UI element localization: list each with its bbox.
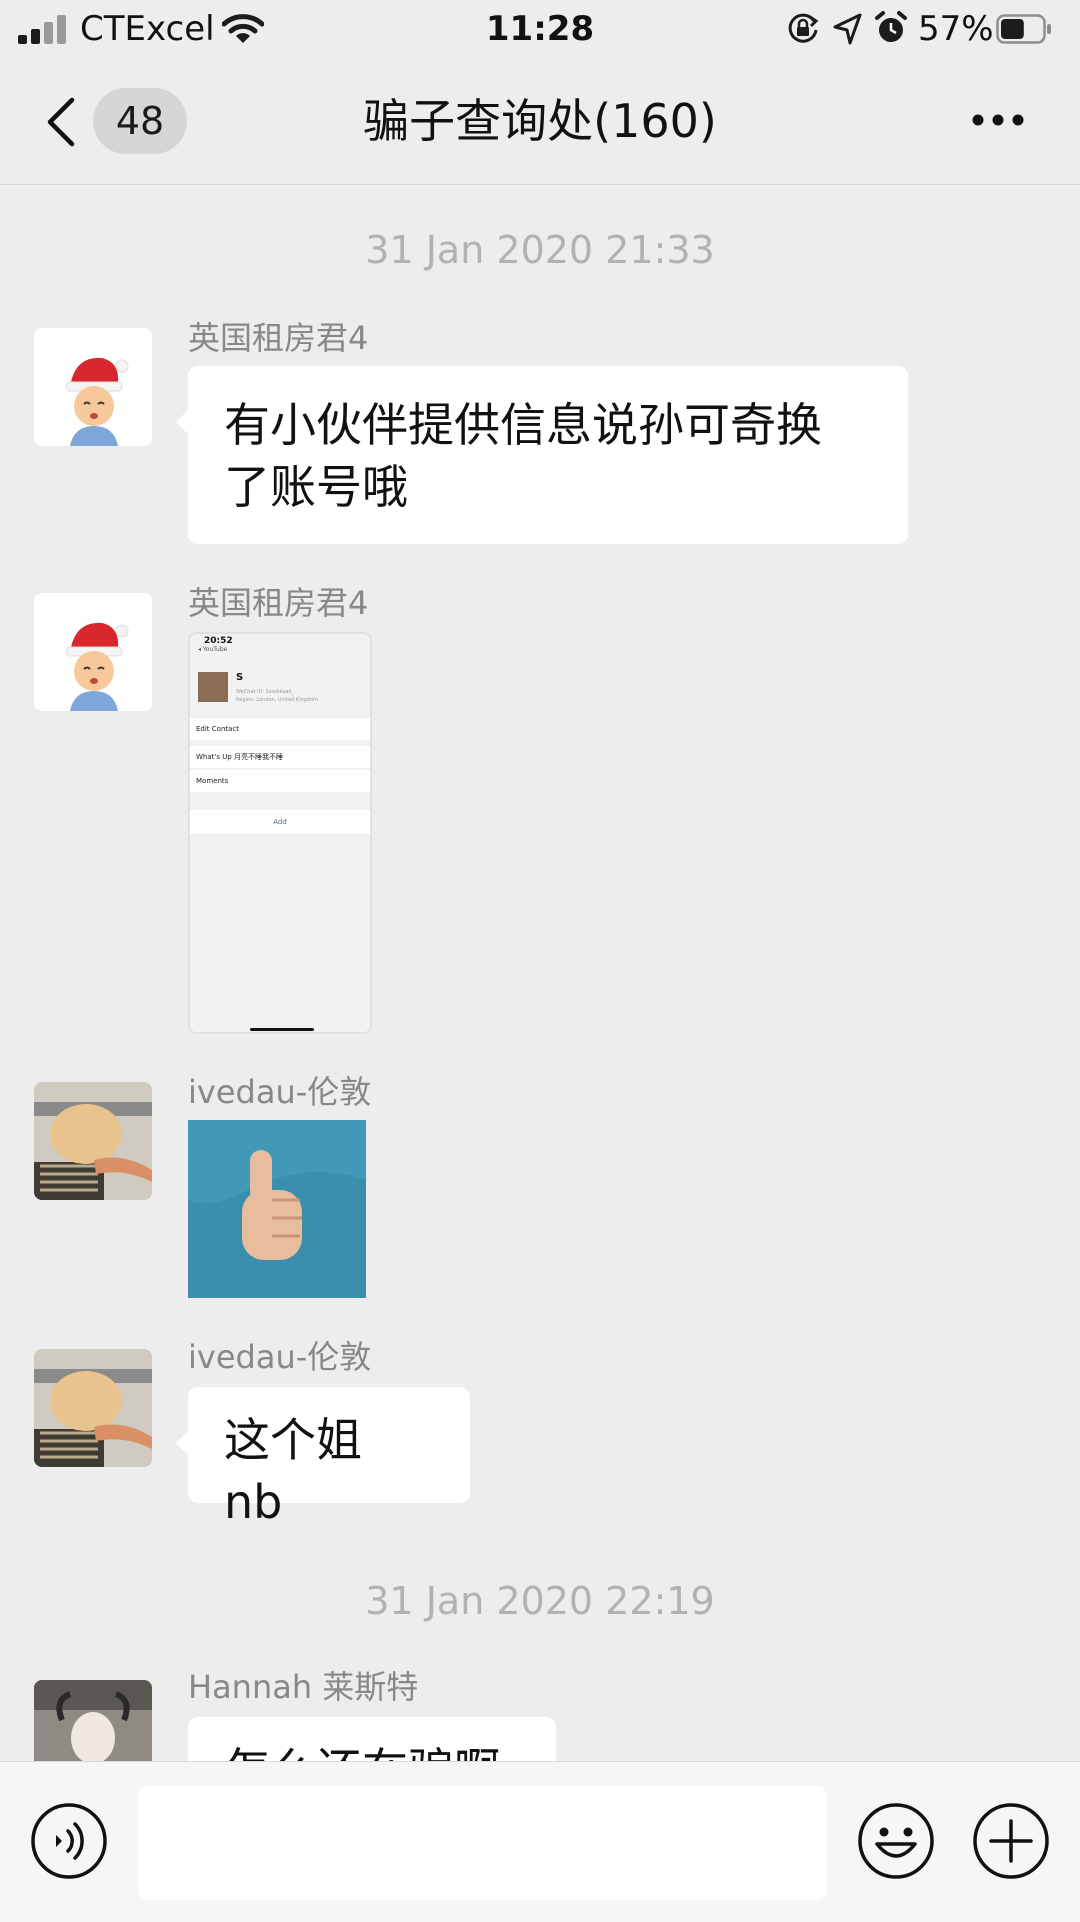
thumb-profile-name: S [236, 672, 244, 683]
profile-photo-thumb [198, 672, 228, 702]
chat-header: 48 骗子查询处(160) [0, 60, 1080, 185]
thumb-row: What's Up 月亮不睡我不睡 [190, 746, 370, 768]
location-arrow-icon [833, 13, 862, 45]
screenshot-image-message[interactable]: 20:52 ◂ YouTube S WeChat ID: Sssskkaaii_… [188, 632, 372, 1034]
voice-icon[interactable] [30, 1802, 108, 1880]
santa-hat-cartoon-avatar[interactable] [34, 593, 152, 711]
message-bubble[interactable]: 这个姐 nb [176, 1387, 470, 1529]
alarm-icon [875, 11, 907, 42]
thumbs-up-sticker[interactable] [188, 1120, 366, 1298]
battery-icon [996, 14, 1051, 44]
orientation-lock-icon [788, 13, 819, 43]
thumbs-up-icon [188, 1120, 366, 1298]
home-indicator [250, 1028, 314, 1031]
message-text-line: 了账号哦 [224, 460, 408, 514]
sender-name: 英国租房君4 [188, 319, 369, 357]
message-input[interactable] [138, 1786, 827, 1900]
sender-name: Hannah 莱斯特 [188, 1668, 419, 1706]
status-bar: CTExcel 11:28 57% [0, 0, 1080, 60]
battery-percent: 57% [918, 9, 994, 49]
sender-name: ivedau-伦敦 [188, 1073, 372, 1111]
thumb-profile-meta: WeChat ID: Sssskkaaii_ Region: London, U… [236, 688, 356, 704]
chat-input-bar [0, 1761, 1080, 1922]
plush-toy-photo-avatar[interactable] [34, 1082, 152, 1200]
thumb-add-button: Add [190, 810, 370, 834]
thumb-row: Edit Contact [190, 718, 370, 740]
thumb-time: 20:52 [204, 636, 233, 646]
message-timestamp: 31 Jan 2020 22:19 [365, 1579, 715, 1623]
thumb-wechat-id: WeChat ID: Sssskkaaii_ [236, 689, 294, 695]
santa-hat-cartoon-avatar[interactable] [34, 328, 152, 446]
thumb-row: Moments [190, 770, 370, 792]
thumb-source: ◂ YouTube [198, 646, 228, 653]
sender-name: ivedau-伦敦 [188, 1338, 372, 1376]
message-bubble[interactable]: 有小伙伴提供信息说孙可奇换 了账号哦 [176, 366, 908, 544]
message-text-line: 有小伙伴提供信息说孙可奇换 [224, 398, 822, 452]
plus-icon[interactable] [972, 1802, 1050, 1880]
emoji-icon[interactable] [857, 1802, 935, 1880]
message-timestamp: 31 Jan 2020 21:33 [365, 228, 715, 272]
thumb-region: Region: London, United Kingdom [236, 697, 319, 703]
more-dots-icon[interactable] [968, 100, 1028, 140]
message-text-line: 这个姐 nb [224, 1413, 362, 1529]
sender-name: 英国租房君4 [188, 584, 369, 622]
plush-toy-photo-avatar[interactable] [34, 1349, 152, 1467]
chat-title: 骗子查询处(160) [363, 94, 717, 148]
